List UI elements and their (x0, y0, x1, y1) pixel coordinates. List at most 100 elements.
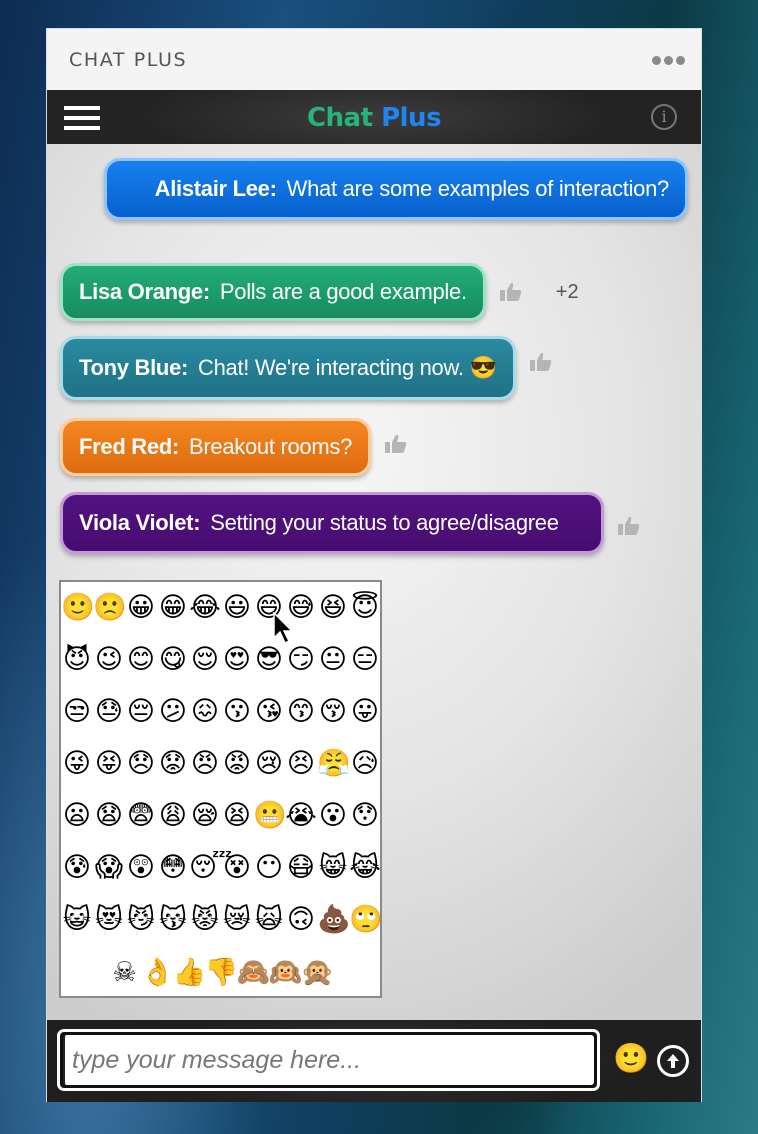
emoji-option[interactable]: 😕 (157, 688, 189, 740)
message-input-frame (57, 1029, 600, 1091)
message-row: Tony Blue: Chat! We're interacting now. 😎 (60, 336, 552, 400)
thumbs-up-icon[interactable] (618, 516, 640, 536)
emoji-option[interactable]: 😠 (189, 740, 221, 792)
message-sender: Viola Violet: (79, 510, 201, 535)
emoji-option[interactable]: 😀 (125, 584, 157, 636)
emoji-option[interactable]: 🙁 (93, 584, 127, 636)
thumbs-up-icon[interactable] (385, 434, 407, 454)
emoji-option[interactable]: 😩 (157, 792, 189, 844)
emoji-option[interactable]: 😒 (61, 688, 93, 740)
emoji-option[interactable]: 😞 (125, 740, 157, 792)
emoji-option[interactable]: 😷 (285, 844, 317, 896)
emoji-option[interactable]: 😗 (221, 688, 253, 740)
message-sender: Fred Red: (79, 434, 179, 459)
emoji-option[interactable]: 😭 (285, 792, 317, 844)
emoji-option[interactable]: 😶 (253, 844, 285, 896)
emoji-option[interactable]: 😹 (349, 844, 381, 896)
emoji-option[interactable]: 🙉 (269, 950, 303, 994)
chat-window: CHAT PLUS Chat Plus i Alistair Lee: What … (46, 28, 702, 1102)
emoji-option[interactable]: 😣 (285, 740, 317, 792)
emoji-option[interactable]: 🙄 (349, 896, 383, 948)
send-arrow-icon[interactable] (657, 1045, 689, 1077)
message-text: Chat! We're interacting now. 😎 (198, 355, 497, 380)
emoji-option[interactable]: 😿 (221, 896, 253, 948)
message-text: Setting your status to agree/disagree (210, 510, 559, 535)
emoji-option[interactable]: 😦 (61, 792, 93, 844)
emoji-option[interactable]: 😤 (317, 740, 351, 792)
message-text: Polls are a good example. (219, 279, 467, 304)
emoji-option[interactable]: 😇 (349, 584, 381, 636)
composer-bar: 🙂 (47, 1020, 701, 1102)
emoji-option[interactable]: 😟 (157, 740, 189, 792)
emoji-option[interactable]: 😙 (285, 688, 317, 740)
emoji-option[interactable]: 😚 (317, 688, 349, 740)
emoji-option[interactable]: 😍 (221, 636, 253, 688)
thumbs-up-icon[interactable] (529, 352, 552, 372)
emoji-option[interactable]: 😢 (253, 740, 285, 792)
emoji-option[interactable]: 😊 (125, 636, 157, 688)
emoji-option[interactable]: 😱 (93, 844, 125, 896)
emoji-option[interactable]: 😐 (317, 636, 349, 688)
emoji-option[interactable]: 😓 (93, 688, 125, 740)
emoji-option[interactable]: 😫 (221, 792, 253, 844)
emoji-option[interactable]: 😑 (349, 636, 381, 688)
message-row: Lisa Orange: Polls are a good example. +2 (60, 263, 579, 321)
emoji-option[interactable]: 😬 (253, 792, 287, 844)
emoji-option[interactable]: 😌 (189, 636, 221, 688)
emoji-option[interactable]: 😳 (157, 844, 189, 896)
emoji-option[interactable]: 😡 (221, 740, 253, 792)
info-icon[interactable]: i (651, 104, 677, 130)
emoji-option[interactable]: 😵 (221, 844, 253, 896)
emoji-option[interactable]: 😼 (125, 896, 157, 948)
emoji-option[interactable]: 😃 (221, 584, 253, 636)
message-bubble: Alistair Lee: What are some examples of i… (104, 158, 688, 220)
emoji-option[interactable]: ☠ (109, 950, 141, 994)
emoji-option[interactable]: 🙀 (253, 896, 285, 948)
emoji-option[interactable]: 💩 (317, 896, 351, 948)
emoji-option[interactable]: 😪 (189, 792, 221, 844)
emoji-option[interactable]: 😂 (189, 584, 221, 636)
emoji-option[interactable]: 😲 (125, 844, 157, 896)
message-sender: Lisa Orange: (79, 279, 210, 304)
emoji-option[interactable]: 😛 (349, 688, 381, 740)
emoji-option[interactable]: 😖 (189, 688, 221, 740)
emoji-option[interactable]: 😯 (349, 792, 381, 844)
message-text: Breakout rooms? (188, 434, 353, 459)
thumbs-up-icon[interactable] (499, 282, 522, 302)
mouse-cursor-icon (273, 612, 294, 645)
message-list[interactable]: Alistair Lee: What are some examples of i… (47, 144, 701, 1020)
emoji-option[interactable]: 😽 (157, 896, 189, 948)
emoji-option[interactable]: 👌 (141, 950, 175, 994)
emoji-option[interactable]: 🙈 (237, 950, 271, 994)
emoji-option[interactable]: 😰 (61, 844, 93, 896)
emoji-option[interactable]: 😺 (61, 896, 93, 948)
ellipsis-icon[interactable] (652, 56, 685, 65)
emoji-option[interactable]: 😜 (61, 740, 93, 792)
emoji-button[interactable]: 🙂 (613, 1042, 649, 1076)
emoji-option[interactable]: 😋 (157, 636, 189, 688)
emoji-option[interactable]: 😻 (93, 896, 125, 948)
emoji-option[interactable]: 😔 (125, 688, 157, 740)
emoji-option[interactable]: 😉 (93, 636, 125, 688)
emoji-option[interactable]: 😨 (125, 792, 157, 844)
emoji-option[interactable]: 👎 (205, 950, 239, 994)
message-input[interactable] (63, 1035, 594, 1085)
emoji-option[interactable]: 😥 (349, 740, 381, 792)
emoji-option[interactable]: 😘 (253, 688, 285, 740)
emoji-option[interactable]: 😮 (317, 792, 349, 844)
emoji-option[interactable]: 😧 (93, 792, 125, 844)
message-sender: Alistair Lee: (154, 176, 277, 201)
emoji-option[interactable]: 😴 (189, 844, 232, 896)
emoji-option[interactable]: 😸 (317, 844, 349, 896)
emoji-option[interactable]: 😾 (189, 896, 221, 948)
emoji-option[interactable]: 👍 (173, 950, 207, 994)
brand-part-plus: Plus (381, 103, 442, 133)
emoji-option[interactable]: 😝 (93, 740, 125, 792)
emoji-option[interactable]: 😈 (61, 636, 93, 688)
emoji-option[interactable]: 🙊 (301, 950, 335, 994)
emoji-option[interactable]: 🙃 (285, 896, 317, 948)
emoji-option[interactable]: 🙂 (61, 584, 95, 636)
message-sender: Tony Blue: (79, 355, 189, 380)
emoji-option[interactable]: 😁 (157, 584, 189, 636)
emoji-option[interactable]: 😆 (317, 584, 349, 636)
